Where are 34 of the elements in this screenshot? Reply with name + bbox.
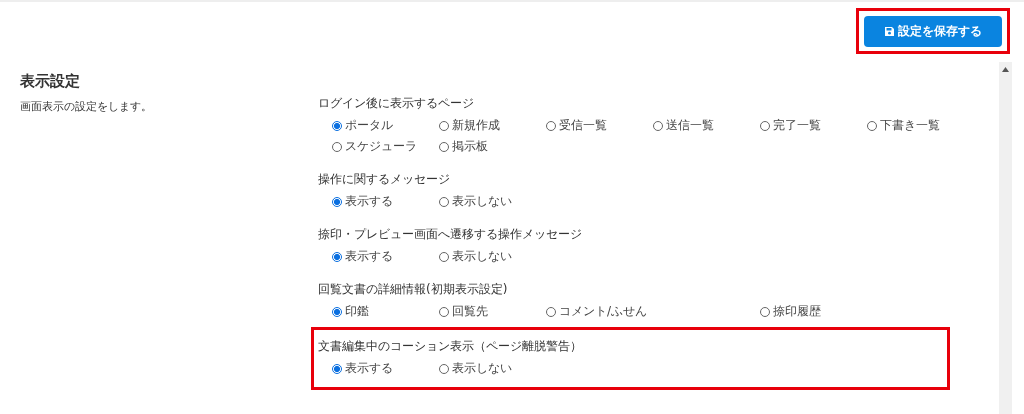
setting-label: 操作に関するメッセージ (318, 171, 451, 188)
radio-option[interactable]: ポータル (332, 117, 439, 134)
radio-option[interactable]: 捺印履歴 (760, 303, 867, 320)
setting-label: 文書編集中のコーション表示（ページ離脱警告） (318, 338, 583, 355)
setting-label: ログイン後に表示するページ (318, 95, 475, 112)
radio-option[interactable]: 掲示板 (439, 138, 546, 155)
radio-option[interactable]: コメント/ふせん (546, 303, 760, 320)
scroll-up-icon[interactable] (1002, 67, 1009, 72)
radio-option[interactable]: 回覧先 (439, 303, 546, 320)
radio-option[interactable]: 表示しない (439, 193, 546, 210)
radio-button[interactable] (332, 196, 342, 207)
radio-option[interactable]: 下書き一覧 (867, 117, 974, 134)
radio-option[interactable]: 印鑑 (332, 303, 439, 320)
save-icon (884, 26, 895, 37)
section-title: 表示設定 (20, 72, 81, 91)
radio-button[interactable] (332, 251, 342, 262)
scrollbar[interactable] (999, 62, 1012, 414)
radio-option[interactable]: 表示しない (439, 248, 546, 265)
save-button[interactable]: 設定を保存する (864, 16, 1002, 47)
radio-button[interactable] (332, 306, 342, 317)
radio-option[interactable]: 表示する (332, 360, 439, 377)
radio-button[interactable] (332, 120, 342, 131)
radio-option[interactable]: 表示する (332, 193, 439, 210)
radio-option[interactable]: 表示する (332, 248, 439, 265)
radio-option[interactable]: スケジューラ (332, 138, 439, 155)
setting-label: 捺印・プレビュー画面へ遷移する操作メッセージ (318, 226, 583, 243)
radio-option[interactable]: 表示しない (439, 360, 546, 377)
radio-option[interactable]: 送信一覧 (653, 117, 760, 134)
radio-option[interactable]: 完了一覧 (760, 117, 867, 134)
radio-option[interactable]: 新規作成 (439, 117, 546, 134)
setting-label: 回覧文書の詳細情報(初期表示設定) (318, 281, 509, 298)
radio-option[interactable]: 受信一覧 (546, 117, 653, 134)
radio-button[interactable] (332, 363, 342, 374)
section-description: 画面表示の設定をします。 (20, 99, 153, 114)
